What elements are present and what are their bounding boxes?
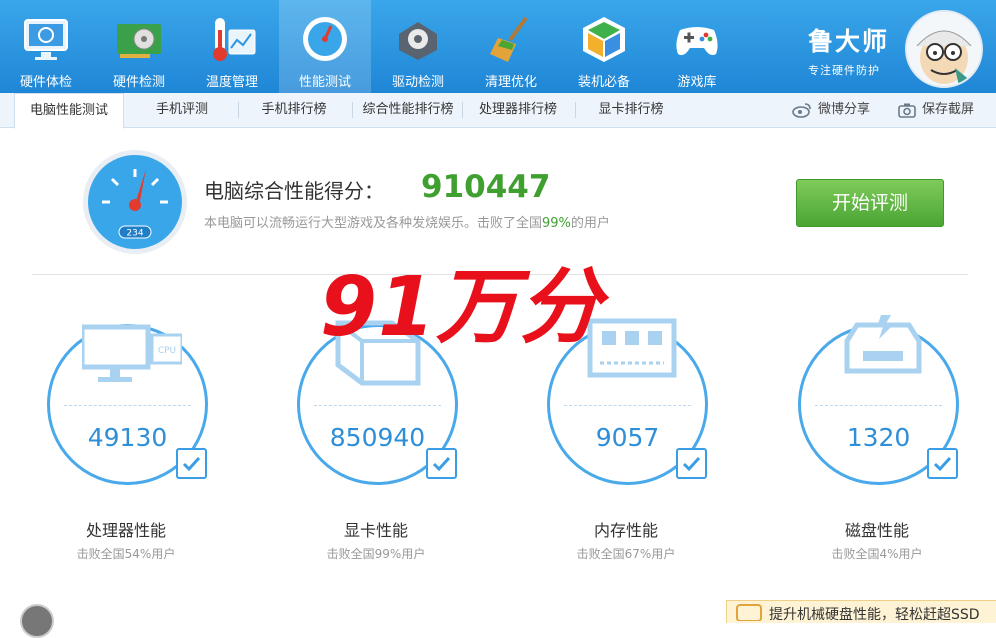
nav-temperature[interactable]: 温度管理 (186, 0, 278, 93)
nav-label: 驱动检测 (391, 75, 444, 90)
tab-pc-performance[interactable]: 电脑性能测试 (14, 93, 124, 129)
metric-title: 内存性能 (593, 521, 658, 540)
score-value: 910447 (421, 169, 551, 205)
overlay-caption: 91万分 (320, 260, 603, 355)
metric-dashed-line (815, 405, 942, 406)
thermometer-icon (213, 18, 256, 61)
mascot-face-icon (907, 12, 981, 86)
brand: 鲁大师 专注硬件防护 (808, 22, 889, 78)
tab-gpu-ranking[interactable]: 显卡排行榜 (579, 93, 683, 127)
brand-slogan: 专注硬件防护 (808, 64, 880, 77)
nav-hardware-detect[interactable]: 硬件检测 (93, 0, 185, 93)
weibo-share-button[interactable]: 微博分享 (792, 93, 870, 127)
ssd-promo-banner[interactable]: 提升机械硬盘性能，轻松赶超SSD (726, 600, 996, 623)
tab-divider (575, 102, 576, 118)
score-desc-percent: 99% (542, 216, 571, 231)
camera-icon (898, 103, 916, 118)
tab-overall-ranking[interactable]: 综合性能排行榜 (356, 93, 460, 127)
tab-phone-ranking[interactable]: 手机排行榜 (242, 93, 346, 127)
avatar[interactable] (905, 10, 983, 88)
performance-gauge-icon: 234 (83, 150, 187, 254)
ssd-promo-text: 提升机械硬盘性能，轻松赶超SSD (769, 607, 980, 623)
ssd-promo-icon (736, 604, 762, 621)
start-benchmark-button[interactable]: 开始评测 (796, 179, 944, 227)
nav-cleanup[interactable]: 清理优化 (465, 0, 557, 93)
nav-label: 性能测试 (298, 75, 351, 90)
sub-tab-bar: 电脑性能测试 手机评测 手机排行榜 综合性能排行榜 处理器排行榜 显卡排行榜 微… (0, 93, 996, 129)
broom-icon (490, 16, 528, 62)
nav-label: 清理优化 (484, 75, 537, 90)
tab-phone-review[interactable]: 手机评测 (130, 93, 234, 127)
save-screenshot-button[interactable]: 保存截屏 (898, 93, 974, 127)
cpu-metric-card[interactable]: CPU 49130 处理器性能 击败全国54%用户 (45, 324, 215, 564)
speedometer-icon (303, 17, 347, 61)
nav-essentials[interactable]: 装机必备 (558, 0, 650, 93)
cube-icon (583, 17, 625, 62)
save-screenshot-label: 保存截屏 (922, 102, 975, 117)
score-title: 电脑综合性能得分： (204, 179, 384, 203)
monitor-icon (24, 19, 68, 60)
nav-label: 温度管理 (205, 75, 258, 90)
nav-label: 游戏库 (677, 75, 717, 90)
tab-divider (352, 102, 353, 118)
weibo-icon (792, 102, 811, 118)
graphics-card-icon (117, 24, 161, 58)
driver-gear-icon (399, 22, 437, 60)
nav-label: 硬件体检 (19, 75, 72, 90)
disk-metric-card[interactable]: 1320 磁盘性能 击败全国4%用户 (796, 315, 966, 564)
nav-label: 硬件检测 (112, 75, 165, 90)
checkbox-checked-icon[interactable] (176, 448, 207, 479)
gpu-metric-card[interactable]: 850940 显卡性能 击败全国99%用户 (295, 320, 465, 564)
gamepad-icon (676, 27, 718, 56)
nav-game-library[interactable]: 游戏库 (651, 0, 743, 93)
tab-cpu-ranking[interactable]: 处理器排行榜 (466, 93, 570, 127)
metric-dashed-line (314, 405, 441, 406)
tab-divider (462, 102, 463, 118)
metric-dashed-line (564, 405, 691, 406)
cpu-monitor-icon: CPU (82, 324, 182, 382)
checkbox-checked-icon[interactable] (426, 448, 457, 479)
tab-divider (238, 102, 239, 118)
nav-driver-detect[interactable]: 驱动检测 (372, 0, 464, 93)
nav-label: 装机必备 (577, 75, 630, 90)
nav-hardware-checkup[interactable]: 硬件体检 (0, 0, 92, 93)
checkbox-checked-icon[interactable] (676, 448, 707, 479)
bottom-corner-icon[interactable] (20, 604, 54, 638)
score-desc-prefix: 本电脑可以流畅运行大型游戏及各种发烧娱乐。击败了全国 (204, 216, 543, 231)
metric-dashed-line (64, 405, 191, 406)
metric-subtitle: 击败全国4%用户 (831, 547, 923, 561)
top-toolbar: 硬件体检 硬件检测 温度管理 性能测试 驱动检测 清理优化 装机必备 游戏库 鲁… (0, 0, 996, 93)
metric-title: 显卡性能 (343, 521, 408, 540)
metric-subtitle: 击败全国99%用户 (326, 547, 426, 561)
brand-name: 鲁大师 (808, 27, 890, 56)
nav-performance-test[interactable]: 性能测试 (279, 0, 371, 93)
checkbox-checked-icon[interactable] (927, 448, 958, 479)
gauge-readout: 234 (126, 229, 143, 239)
metric-subtitle: 击败全国54%用户 (76, 547, 176, 561)
metric-title: 处理器性能 (85, 521, 166, 540)
memory-metric-card[interactable]: 9057 内存性能 击败全国67%用户 (545, 318, 715, 564)
score-description: 本电脑可以流畅运行大型游戏及各种发烧娱乐。击败了全国99%的用户 (204, 212, 610, 231)
metric-subtitle: 击败全国67%用户 (576, 547, 676, 561)
score-desc-suffix: 的用户 (570, 216, 610, 231)
cpu-chip-label: CPU (158, 346, 176, 356)
hard-disk-icon (844, 315, 922, 374)
weibo-share-label: 微博分享 (818, 102, 871, 117)
metric-title: 磁盘性能 (844, 521, 909, 540)
